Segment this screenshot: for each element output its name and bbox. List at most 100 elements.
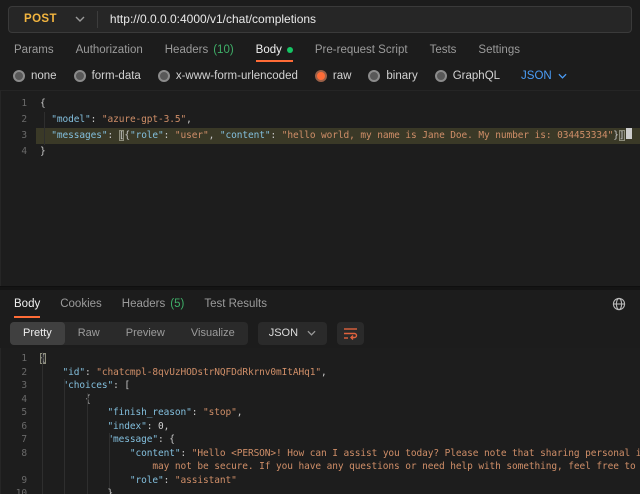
indent-guide <box>64 379 65 494</box>
tab-label: Authorization <box>76 44 143 56</box>
request-tab-tests[interactable]: Tests <box>430 38 457 62</box>
request-tabs: Params Authorization Headers (10) Body Pre-re… <box>0 38 640 62</box>
indent-guide <box>109 433 110 488</box>
line-content: "model": "azure-gpt-3.5", <box>36 112 640 128</box>
response-tab-body[interactable]: Body <box>14 290 40 318</box>
code-line[interactable]: 4 { <box>0 393 640 407</box>
line-content: } <box>36 487 640 494</box>
line-content: "messages": [{"role": "user", "content":… <box>36 128 640 144</box>
code-line[interactable]: 7 "message": { <box>0 433 640 447</box>
tab-label: Cookies <box>60 298 102 310</box>
line-content: "choices": [ <box>36 379 640 393</box>
response-view-switcher: PrettyRawPreviewVisualize <box>10 322 248 345</box>
method-select[interactable]: POST <box>9 13 97 25</box>
view-pretty[interactable]: Pretty <box>10 322 65 345</box>
line-content: } <box>36 144 640 160</box>
request-tab-pre-request-script[interactable]: Pre-request Script <box>315 38 408 62</box>
view-visualize[interactable]: Visualize <box>178 322 248 345</box>
line-number: 1 <box>0 96 36 112</box>
code-line[interactable]: 3 "choices": [ <box>0 379 640 393</box>
chevron-down-icon <box>75 16 85 22</box>
request-body-editor[interactable]: 1{2 "model": "azure-gpt-3.5",3 "messages… <box>0 90 640 286</box>
tab-label: Pre-request Script <box>315 44 408 56</box>
tab-label: Headers <box>165 44 208 56</box>
body-mode-form-data[interactable]: form-data <box>74 70 141 82</box>
url-input-container: POST http://0.0.0.0:4000/v1/chat/complet… <box>8 6 632 33</box>
body-mode-x-www-form-urlencoded[interactable]: x-www-form-urlencoded <box>158 70 298 82</box>
tab-count-badge: (10) <box>213 44 233 56</box>
body-mode-graphql[interactable]: GraphQL <box>435 70 500 82</box>
code-line[interactable]: 9 "role": "assistant" <box>0 474 640 488</box>
tab-label: Test Results <box>204 298 267 310</box>
globe-icon <box>612 297 626 311</box>
request-language-select[interactable]: JSON <box>521 70 567 82</box>
line-content: { <box>36 393 640 407</box>
line-number: 1 <box>0 352 36 366</box>
line-number: 9 <box>0 474 36 488</box>
line-content: "content": "Hello <PERSON>! How can I as… <box>36 447 640 461</box>
view-raw[interactable]: Raw <box>65 322 113 345</box>
radio-icon <box>74 70 86 82</box>
body-mode-label: raw <box>333 70 352 82</box>
response-tab-headers[interactable]: Headers(5) <box>122 290 185 318</box>
tab-label: Body <box>256 44 282 56</box>
code-line[interactable]: 8 "content": "Hello <PERSON>! How can I … <box>0 447 640 461</box>
response-tab-test-results[interactable]: Test Results <box>204 290 267 318</box>
code-line[interactable]: 10 } <box>0 487 640 494</box>
code-line[interactable]: 3 "messages": [{"role": "user", "content… <box>0 128 640 144</box>
network-status-button[interactable] <box>612 297 626 311</box>
request-tab-settings[interactable]: Settings <box>478 38 520 62</box>
code-line[interactable]: 4} <box>0 144 640 160</box>
body-mode-label: form-data <box>92 70 141 82</box>
request-tab-body[interactable]: Body <box>256 38 293 62</box>
body-mode-raw[interactable]: raw <box>315 70 352 82</box>
response-language-select[interactable]: JSON <box>258 322 327 345</box>
line-content: "index": 0, <box>36 420 640 434</box>
line-content: { <box>36 352 640 366</box>
response-tab-cookies[interactable]: Cookies <box>60 290 102 318</box>
radio-icon <box>158 70 170 82</box>
radio-icon <box>13 70 25 82</box>
code-line[interactable]: 6 "index": 0, <box>0 420 640 434</box>
code-line[interactable]: 1{ <box>0 352 640 366</box>
indent-guide <box>42 352 43 494</box>
request-tab-authorization[interactable]: Authorization <box>76 38 143 62</box>
line-number: 4 <box>0 393 36 407</box>
text-cursor <box>626 128 632 139</box>
view-preview[interactable]: Preview <box>113 322 178 345</box>
code-line[interactable]: 5 "finish_reason": "stop", <box>0 406 640 420</box>
code-line[interactable]: may not be secure. If you have any quest… <box>0 460 640 474</box>
body-mode-label: binary <box>386 70 417 82</box>
line-content: "role": "assistant" <box>36 474 640 488</box>
radio-icon <box>368 70 380 82</box>
line-number: 3 <box>0 128 36 144</box>
line-content: "message": { <box>36 433 640 447</box>
line-content: "id": "chatcmpl-8qvUzHODstrNQFDdRkrnv0mI… <box>36 366 640 380</box>
request-tab-params[interactable]: Params <box>14 38 54 62</box>
body-mode-none[interactable]: none <box>13 70 57 82</box>
url-input[interactable]: http://0.0.0.0:4000/v1/chat/completions <box>110 12 316 26</box>
line-number <box>0 460 36 474</box>
response-body-editor[interactable]: 1{2 "id": "chatcmpl-8qvUzHODstrNQFDdRkrn… <box>0 348 640 494</box>
code-line[interactable]: 2 "id": "chatcmpl-8qvUzHODstrNQFDdRkrnv0… <box>0 366 640 380</box>
line-content: may not be secure. If you have any quest… <box>36 460 640 474</box>
request-language-label: JSON <box>521 70 552 82</box>
method-label: POST <box>24 13 57 25</box>
line-number: 8 <box>0 447 36 461</box>
text-wrap-icon <box>343 327 358 340</box>
body-mode-label: none <box>31 70 57 82</box>
body-mode-binary[interactable]: binary <box>368 70 417 82</box>
request-tab-headers[interactable]: Headers (10) <box>165 38 234 62</box>
line-number: 7 <box>0 433 36 447</box>
line-content: { <box>36 96 640 112</box>
code-line[interactable]: 2 "model": "azure-gpt-3.5", <box>0 112 640 128</box>
code-line[interactable]: 1{ <box>0 96 640 112</box>
body-mode-label: x-www-form-urlencoded <box>176 70 298 82</box>
indent-guide <box>87 393 88 494</box>
tab-label: Params <box>14 44 54 56</box>
response-language-label: JSON <box>269 327 298 339</box>
wrap-text-button[interactable] <box>337 322 364 345</box>
tab-label: Tests <box>430 44 457 56</box>
line-number: 3 <box>0 379 36 393</box>
line-number: 2 <box>0 366 36 380</box>
